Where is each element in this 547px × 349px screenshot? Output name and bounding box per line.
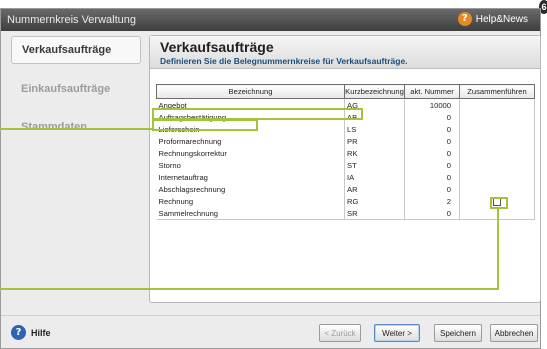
cell-short[interactable]: PR [344,135,405,147]
cancel-button[interactable]: Abbrechen [490,324,538,342]
help-news-label: Help&News [475,13,528,25]
help-icon: ? [11,325,26,340]
table-row[interactable]: Internetauftrag IA 0 [156,171,535,183]
cell-name[interactable]: Internetauftrag [156,171,345,183]
cell-number[interactable]: 0 [404,135,460,147]
table-row[interactable]: Rechnung RG 2 [156,195,535,207]
cell-merge [459,123,535,135]
cell-merge [459,98,535,111]
cell-name[interactable]: Sammelrechnung [156,207,345,220]
help-button[interactable]: ? Hilfe [11,325,51,340]
cell-merge [459,183,535,195]
sidebar-item-stammdaten[interactable]: Stammdaten [11,114,141,140]
cell-short[interactable]: SR [344,207,405,220]
table-row[interactable]: Lieferschein LS 0 [156,123,535,135]
footer-divider [1,315,540,316]
column-header-kurzbezeichnung[interactable]: Kurzbezeichnung [344,84,405,99]
cell-merge [459,111,535,123]
cell-merge [459,159,535,171]
content-panel: Verkaufsaufträge Definieren Sie die Bele… [149,35,541,303]
sidebar-item-label: Einkaufsaufträge [21,83,111,95]
help-news-button[interactable]: ? Help&News [457,12,528,26]
table-row[interactable]: Auftragsbestätigung AB 0 [156,111,535,123]
cell-short[interactable]: RG [344,195,405,207]
sidebar-item-label: Verkaufsaufträge [22,44,112,56]
footer-bar: ? Hilfe < Zurück Weiter > Speichern Abbr… [1,321,540,347]
cell-merge [459,171,535,183]
column-header-zusammenfuehren[interactable]: Zusammenführen [459,84,535,99]
cell-number[interactable]: 2 [404,195,460,207]
cell-short[interactable]: AB [344,111,405,123]
cell-number[interactable]: 0 [404,147,460,159]
page-title: Verkaufsaufträge [160,39,274,55]
cell-number[interactable]: 0 [404,111,460,123]
sidebar-item-label: Stammdaten [21,121,88,133]
column-header-akt-nummer[interactable]: akt. Nummer [404,84,460,99]
cell-short[interactable]: RK [344,147,405,159]
save-button[interactable]: Speichern [434,324,482,342]
sidebar-item-verkaufsauftraege[interactable]: Verkaufsaufträge [11,36,141,64]
table-row[interactable]: Rechnungskorrektur RK 0 [156,147,535,159]
cell-name[interactable]: Rechnung [156,195,345,207]
column-header-bezeichnung[interactable]: Bezeichnung [156,84,345,99]
cell-name[interactable]: Abschlagsrechnung [156,183,345,195]
title-bar: Nummernkreis Verwaltung ? Help&News [1,9,540,31]
cell-merge [459,147,535,159]
content-header: Verkaufsaufträge Definieren Sie die Bele… [150,36,540,69]
cell-merge [459,135,535,147]
cell-merge [459,195,535,207]
cell-number[interactable]: 0 [404,159,460,171]
cell-short[interactable]: ST [344,159,405,171]
merge-checkbox[interactable] [493,197,501,206]
table-row[interactable]: Storno ST 0 [156,159,535,171]
sidebar: Verkaufsaufträge Einkaufsaufträge Stammd… [11,36,141,152]
cell-short[interactable]: AG [344,98,405,111]
cell-name[interactable]: Auftragsbestätigung [156,111,345,123]
sidebar-item-einkaufsauftraege[interactable]: Einkaufsaufträge [11,76,141,102]
cell-name[interactable]: Storno [156,159,345,171]
cell-number[interactable]: 0 [404,183,460,195]
cell-short[interactable]: LS [344,123,405,135]
cell-name[interactable]: Rechnungskorrektur [156,147,345,159]
help-label: Hilfe [31,327,51,338]
cell-number[interactable]: 0 [404,123,460,135]
app-window: Nummernkreis Verwaltung ? Help&News Verk… [0,8,541,349]
page-subtitle: Definieren Sie die Belegnummernkreise fü… [160,56,408,66]
back-button[interactable]: < Zurück [319,324,361,342]
table-row[interactable]: Sammelrechnung SR 0 [156,207,535,220]
window-title: Nummernkreis Verwaltung [7,14,136,26]
cell-name[interactable]: Proformarechnung [156,135,345,147]
next-button[interactable]: Weiter > [374,324,420,342]
table-row[interactable]: Abschlagsrechnung AR 0 [156,183,535,195]
cell-name[interactable]: Lieferschein [156,123,345,135]
cell-short[interactable]: IA [344,171,405,183]
cell-number[interactable]: 0 [404,207,460,220]
help-icon: ? [457,12,472,26]
cell-short[interactable]: AR [344,183,405,195]
cell-name[interactable]: Angebot [156,98,345,111]
table-row[interactable]: Angebot AG 10000 [156,98,535,111]
cell-merge [459,207,535,220]
number-range-table: Bezeichnung Kurzbezeichnung akt. Nummer … [156,84,535,220]
cell-number[interactable]: 10000 [404,98,460,111]
table-row[interactable]: Proformarechnung PR 0 [156,135,535,147]
cell-number[interactable]: 0 [404,171,460,183]
